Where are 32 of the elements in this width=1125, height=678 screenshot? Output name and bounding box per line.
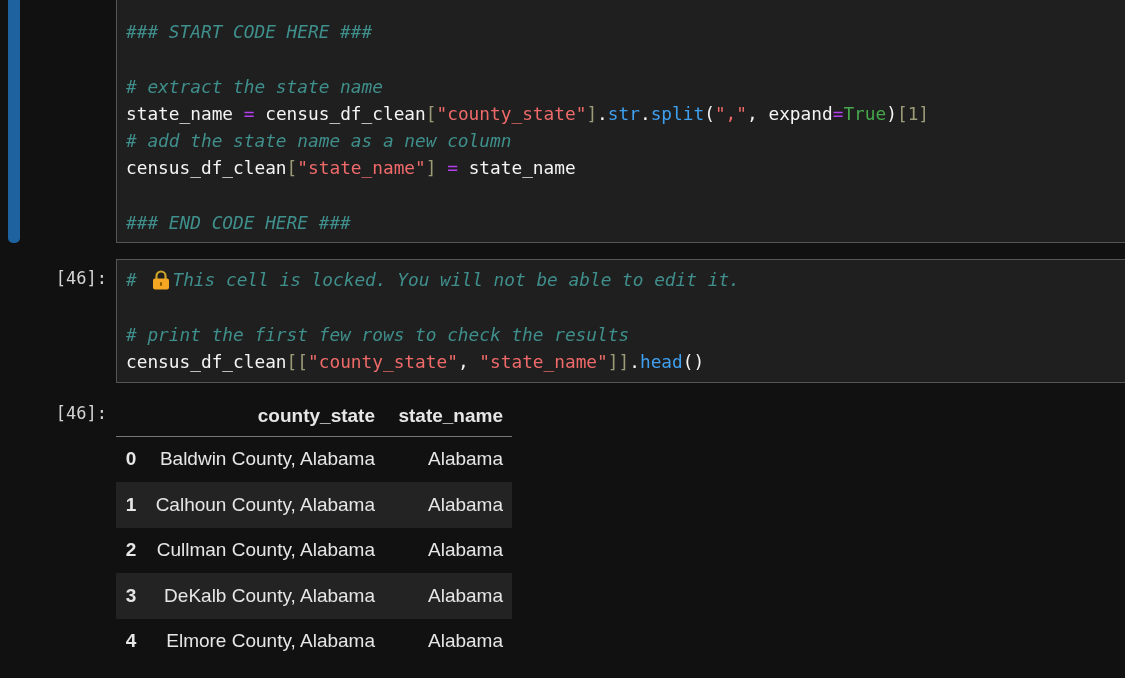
row-index: 0: [125, 448, 137, 471]
code-line: # extract the state name: [126, 74, 384, 99]
table-cell-text: DeKalb County, Alabama: [164, 584, 376, 607]
code-line: census_df_clean["state_name"] = state_name: [126, 156, 577, 181]
table-cell-text: Calhoun County, Alabama: [155, 493, 376, 516]
code-line: # print the first few rows to check the results: [126, 322, 631, 347]
table-cell-text: Alabama: [428, 584, 504, 607]
table-cell-text: Alabama: [428, 448, 504, 471]
row-index: 1: [125, 493, 137, 516]
table-cell-text: Alabama: [428, 539, 504, 562]
code-cell[interactable]: # This cell is locked. You will not be able to edit it. # print the first few rows to check the results census_df_clean[["county_state", "state_name"]].head(): [116, 259, 1125, 383]
lock-icon: [152, 270, 171, 290]
code-line: ### END CODE HERE ###: [126, 211, 352, 236]
row-index: 4: [125, 630, 137, 653]
output-count: [46]:: [55, 401, 108, 425]
table-cell-text: Elmore County, Alabama: [166, 630, 376, 653]
code-comment: #: [126, 268, 138, 293]
row-index: 2: [125, 539, 137, 562]
code-line: census_df_clean[["county_state", "state_name"]].head(): [126, 350, 706, 375]
table-cell-text: Alabama: [428, 493, 504, 516]
row-index: 3: [125, 584, 137, 607]
code-line: ### START CODE HERE ###: [126, 20, 374, 44]
table-cell-text: Alabama: [428, 630, 504, 653]
column-header: state_name: [398, 404, 504, 427]
column-header: county_state: [257, 404, 376, 427]
table-cell-text: Baldwin County, Alabama: [159, 448, 376, 471]
execution-count: [46]:: [55, 267, 108, 291]
code-line: # add the state name as a new column: [126, 129, 513, 154]
table-cell-text: Cullman County, Alabama: [156, 539, 376, 562]
code-cell[interactable]: [116, 0, 1125, 244]
code-comment: This cell is locked. You will not be able to edit it.: [172, 268, 740, 293]
code-line: state_name = census_df_clean["county_state"].str.split(",", expand=True)[1]: [126, 101, 931, 126]
